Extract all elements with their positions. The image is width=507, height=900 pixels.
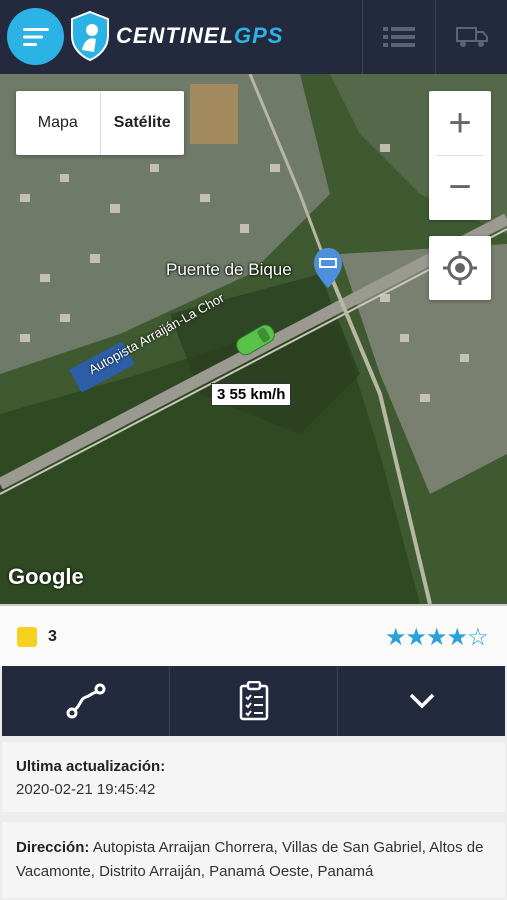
menu-button[interactable] [7,8,64,65]
last-update-label: Ultima actualización: [16,758,166,775]
satellite-map[interactable]: Puente de Bique Autopista Arraiján-La Ch… [0,74,507,604]
truck-icon [455,27,488,47]
star-filled-icon: ★ [385,624,406,651]
vehicle-info-row: 3 ★★★★☆ [0,604,507,666]
zoom-control: + − [429,91,491,220]
truck-button[interactable] [435,0,507,74]
zoom-in-button[interactable]: + [429,91,491,155]
route-button[interactable] [2,666,170,736]
address-text: Dirección: Autopista Arraijan Chorrera, … [16,836,491,884]
list-icon [382,27,415,47]
action-tabs [2,666,505,736]
route-icon [66,683,105,719]
rating-stars: ★★★★☆ [385,623,489,652]
logo-text: CENTINELGPS [116,23,283,49]
map-type-satellite-button[interactable]: Satélite [99,91,185,155]
place-label: Puente de Bique [166,260,292,279]
star-filled-icon: ★ [446,624,468,651]
star-filled-icon: ★ [426,624,447,651]
logo-text-main: CENTINEL [116,23,234,48]
key-count: 3 [48,628,57,645]
map-type-control: Mapa Satélite [16,91,184,155]
last-update-value: 2020-02-21 19:45:42 [16,781,156,798]
crosshair-icon [443,251,477,285]
report-button[interactable] [170,666,338,736]
speed-label: 3 55 km/h [211,383,292,406]
zoom-out-button[interactable]: − [429,155,491,219]
address-card: Dirección: Autopista Arraijan Chorrera, … [2,822,505,898]
zoom-divider [437,155,483,156]
centinel-logo: CENTINELGPS [68,10,308,62]
list-button[interactable] [362,0,434,74]
locate-button[interactable] [429,236,491,300]
expand-button[interactable] [338,666,505,736]
clipboard-icon [239,681,268,721]
chevron-down-icon [409,693,434,709]
star-filled-icon: ★ [405,624,427,651]
map-type-map-button[interactable]: Mapa [16,91,100,155]
app-header: CENTINELGPS [0,0,507,74]
logo-text-accent: GPS [234,23,284,48]
star-empty-icon: ☆ [467,624,488,651]
google-attribution: Google [8,564,84,589]
address-label: Dirección: [16,839,90,856]
last-update-card: Ultima actualización: 2020-02-21 19:45:4… [2,742,505,812]
key-icon [17,627,37,647]
hamburger-icon [22,27,49,46]
shield-logo-icon [71,10,109,62]
